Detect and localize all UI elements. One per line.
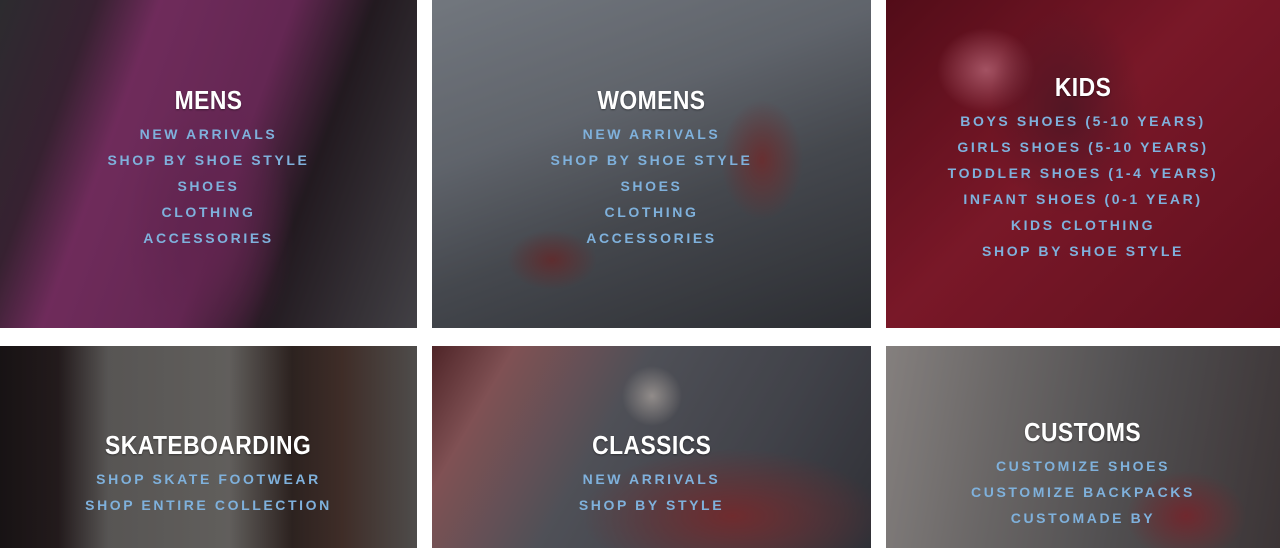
kids-links: BOYS SHOES (5-10 YEARS) GIRLS SHOES (5-1… <box>948 108 1219 264</box>
kids-link-infant-shoes[interactable]: INFANT SHOES (0-1 YEAR) <box>963 186 1202 212</box>
skate-link-shop-skate-footwear[interactable]: SHOP SKATE FOOTWEAR <box>96 466 321 492</box>
classics-link-shop-by-style[interactable]: SHOP BY STYLE <box>579 492 724 518</box>
tile-title-skateboarding[interactable]: SKATEBOARDING <box>105 430 311 460</box>
womens-link-shoes[interactable]: SHOES <box>620 173 682 199</box>
category-tile-skateboarding[interactable]: SKATEBOARDING SHOP SKATE FOOTWEAR SHOP E… <box>0 346 417 548</box>
kids-link-boys-shoes[interactable]: BOYS SHOES (5-10 YEARS) <box>960 108 1205 134</box>
womens-link-clothing[interactable]: CLOTHING <box>605 199 699 225</box>
tile-title-womens[interactable]: WOMENS <box>597 85 705 115</box>
kids-link-shop-by-shoe-style[interactable]: SHOP BY SHOE STYLE <box>982 238 1184 264</box>
womens-link-accessories[interactable]: ACCESSORIES <box>586 225 717 251</box>
mens-link-shoes[interactable]: SHOES <box>177 173 239 199</box>
kids-link-girls-shoes[interactable]: GIRLS SHOES (5-10 YEARS) <box>957 134 1208 160</box>
customs-link-customize-shoes[interactable]: CUSTOMIZE SHOES <box>996 453 1170 479</box>
category-tile-kids[interactable]: KIDS BOYS SHOES (5-10 YEARS) GIRLS SHOES… <box>886 0 1280 328</box>
tile-title-kids[interactable]: KIDS <box>1055 72 1111 102</box>
classics-link-new-arrivals[interactable]: NEW ARRIVALS <box>583 466 721 492</box>
tile-title-mens[interactable]: MENS <box>175 85 243 115</box>
category-tile-mens[interactable]: MENS NEW ARRIVALS SHOP BY SHOE STYLE SHO… <box>0 0 417 328</box>
mens-link-shop-by-shoe-style[interactable]: SHOP BY SHOE STYLE <box>108 147 310 173</box>
mens-links: NEW ARRIVALS SHOP BY SHOE STYLE SHOES CL… <box>108 121 310 251</box>
customs-links: CUSTOMIZE SHOES CUSTOMIZE BACKPACKS CUST… <box>971 453 1195 531</box>
category-tile-customs[interactable]: CUSTOMS CUSTOMIZE SHOES CUSTOMIZE BACKPA… <box>886 346 1280 548</box>
classics-links: NEW ARRIVALS SHOP BY STYLE <box>579 466 724 518</box>
womens-link-shop-by-shoe-style[interactable]: SHOP BY SHOE STYLE <box>551 147 753 173</box>
womens-links: NEW ARRIVALS SHOP BY SHOE STYLE SHOES CL… <box>551 121 753 251</box>
kids-link-toddler-shoes[interactable]: TODDLER SHOES (1-4 YEARS) <box>948 160 1219 186</box>
kids-link-kids-clothing[interactable]: KIDS CLOTHING <box>1011 212 1155 238</box>
mens-link-accessories[interactable]: ACCESSORIES <box>143 225 274 251</box>
tile-title-classics[interactable]: CLASSICS <box>592 430 711 460</box>
skate-link-shop-entire-collection[interactable]: SHOP ENTIRE COLLECTION <box>85 492 332 518</box>
skateboarding-links: SHOP SKATE FOOTWEAR SHOP ENTIRE COLLECTI… <box>85 466 332 518</box>
mens-link-clothing[interactable]: CLOTHING <box>162 199 256 225</box>
womens-link-new-arrivals[interactable]: NEW ARRIVALS <box>583 121 721 147</box>
tile-title-customs[interactable]: CUSTOMS <box>1024 417 1141 447</box>
category-grid: MENS NEW ARRIVALS SHOP BY SHOE STYLE SHO… <box>0 0 1280 548</box>
category-tile-womens[interactable]: WOMENS NEW ARRIVALS SHOP BY SHOE STYLE S… <box>432 0 871 328</box>
customs-link-customize-backpacks[interactable]: CUSTOMIZE BACKPACKS <box>971 479 1195 505</box>
mens-link-new-arrivals[interactable]: NEW ARRIVALS <box>140 121 278 147</box>
category-tile-classics[interactable]: CLASSICS NEW ARRIVALS SHOP BY STYLE <box>432 346 871 548</box>
customs-link-customade-by[interactable]: CUSTOMADE BY <box>1011 505 1156 531</box>
